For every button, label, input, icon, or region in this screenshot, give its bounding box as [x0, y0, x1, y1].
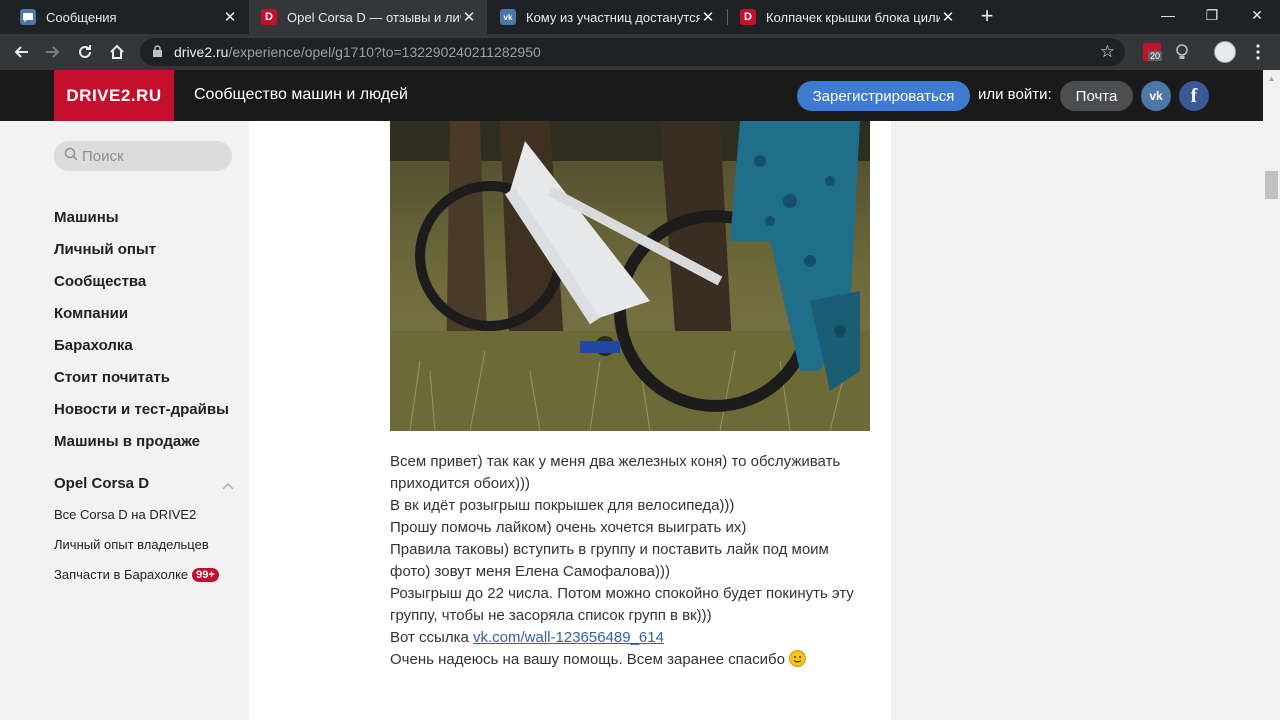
tab-title: Сообщения: [46, 9, 117, 25]
minimize-window-icon[interactable]: —: [1145, 0, 1191, 30]
address-bar[interactable]: drive2.ru/experience/opel/g1710?to=13229…: [140, 38, 1125, 66]
drive2-favicon-icon: D: [740, 9, 756, 25]
vk-favicon-icon: vk: [500, 9, 516, 25]
sidebar-item-cars[interactable]: Машины: [54, 209, 119, 226]
tab-close-icon[interactable]: ✕: [940, 8, 956, 26]
post-photo[interactable]: [390, 121, 870, 431]
lightbulb-extension-icon[interactable]: [1171, 41, 1193, 63]
browser-tab-messages[interactable]: Сообщения ✕: [8, 0, 248, 34]
sidebar-item-communities[interactable]: Сообщества: [54, 273, 146, 290]
forward-icon[interactable]: [40, 39, 66, 65]
new-tab-icon[interactable]: +: [976, 5, 998, 27]
parts-label: Запчасти в Барахолке: [54, 567, 189, 582]
search-input[interactable]: Поиск: [54, 141, 232, 171]
scrollbar-thumb[interactable]: [1265, 171, 1278, 199]
reload-icon[interactable]: [72, 39, 98, 65]
sidebar-subitem-owners-experience[interactable]: Личный опыт владельцев: [54, 537, 209, 552]
link-prefix: Вот ссылка: [390, 629, 473, 646]
post-content: Всем привет) так как у меня два железных…: [249, 121, 891, 720]
sidebar-item-news[interactable]: Новости и тест-драйвы: [54, 401, 229, 418]
post-paragraph: В вк идёт розыгрыш покрышек для велосипе…: [390, 497, 735, 514]
browser-tab-opel-corsa[interactable]: D Opel Corsa D — отзывы и личный опыт ✕: [249, 0, 487, 34]
drive2-favicon-icon: D: [261, 9, 277, 25]
post-paragraph: Правила таковы) вступить в группу и пост…: [390, 541, 829, 580]
vk-wall-link[interactable]: vk.com/wall-123656489_614: [473, 629, 664, 646]
post-paragraph: Прошу помочь лайком) очень хочется выигр…: [390, 519, 747, 536]
back-icon[interactable]: [8, 39, 34, 65]
site-tagline: Сообщество машин и людей: [194, 86, 408, 103]
extension-badge: 20: [1148, 51, 1163, 61]
car-group-title[interactable]: Opel Corsa D: [54, 475, 149, 492]
browser-tab-vk[interactable]: vk Кому из участниц достанутся по... ✕: [488, 0, 726, 34]
login-label: или войти:: [978, 86, 1052, 103]
tab-close-icon[interactable]: ✕: [700, 8, 716, 26]
browser-toolbar: drive2.ru/experience/opel/g1710?to=13229…: [0, 34, 1280, 70]
search-placeholder: Поиск: [82, 147, 124, 165]
sidebar-item-cars-for-sale[interactable]: Машины в продаже: [54, 433, 200, 450]
profile-avatar-icon[interactable]: [1214, 41, 1236, 63]
tab-close-icon[interactable]: ✕: [461, 8, 477, 26]
sidebar-subitem-all-corsa[interactable]: Все Corsa D на DRIVE2: [54, 507, 196, 522]
browser-tabstrip: Сообщения ✕ D Opel Corsa D — отзывы и ли…: [0, 0, 1280, 34]
tab-title: Колпачек крышки блока цилиндр...: [766, 9, 940, 25]
close-window-icon[interactable]: ✕: [1234, 0, 1280, 30]
sidebar-item-marketplace[interactable]: Барахолка: [54, 337, 133, 354]
search-icon: [64, 147, 78, 165]
url-host: drive2.ru: [174, 44, 229, 60]
sidebar: Поиск Машины Личный опыт Сообщества Комп…: [0, 121, 249, 720]
lock-icon: [152, 45, 164, 59]
page-scrollbar[interactable]: [1263, 70, 1280, 720]
sidebar-item-experience[interactable]: Личный опыт: [54, 241, 156, 258]
tab-title: Opel Corsa D — отзывы и личный опыт: [287, 9, 461, 25]
post-paragraph: Розыгрыш до 22 числа. Потом можно спокой…: [390, 585, 854, 624]
sidebar-subitem-parts[interactable]: Запчасти в Барахолке 99+: [54, 567, 219, 582]
post-closing-line: Очень надеюсь на вашу помощь. Всем заран…: [390, 649, 870, 671]
drive2-logo[interactable]: DRIVE2.RU: [54, 70, 174, 121]
facebook-login-icon[interactable]: f: [1179, 81, 1209, 111]
messages-favicon-icon: [20, 9, 36, 25]
browser-menu-icon[interactable]: [1247, 41, 1269, 63]
vk-login-icon[interactable]: vk: [1141, 81, 1171, 111]
chevron-up-icon[interactable]: [222, 477, 234, 490]
bookmark-star-icon[interactable]: ☆: [1100, 42, 1115, 62]
sidebar-item-companies[interactable]: Компании: [54, 305, 128, 322]
bicycle-photo-image: [390, 121, 870, 431]
post-link-line: Вот ссылка vk.com/wall-123656489_614: [390, 627, 870, 649]
register-button[interactable]: Зарегистрироваться: [797, 81, 970, 111]
mail-login-button[interactable]: Почта: [1060, 81, 1133, 111]
sidebar-item-worth-reading[interactable]: Стоит почитать: [54, 369, 170, 386]
closing-text: Очень надеюсь на вашу помощь. Всем заран…: [390, 651, 790, 668]
browser-tab-kolpachek[interactable]: D Колпачек крышки блока цилиндр... ✕: [728, 0, 966, 34]
url-path: /experience/opel/g1710?to=13229024021128…: [228, 44, 541, 60]
post-paragraph: Всем привет) так как у меня два железных…: [390, 453, 841, 492]
extension-icon[interactable]: 20: [1141, 41, 1163, 63]
smile-emoji-icon: [789, 650, 807, 667]
post-body: Всем привет) так как у меня два железных…: [390, 451, 870, 671]
home-icon[interactable]: [104, 39, 130, 65]
site-header: DRIVE2.RU Сообщество машин и людей Зарег…: [0, 70, 1280, 121]
scroll-up-arrow-icon[interactable]: ▲: [1263, 70, 1280, 87]
restore-window-icon[interactable]: ❐: [1189, 0, 1235, 30]
tab-close-icon[interactable]: ✕: [222, 8, 238, 26]
count-badge: 99+: [192, 568, 219, 582]
tab-title: Кому из участниц достанутся по...: [526, 9, 700, 25]
